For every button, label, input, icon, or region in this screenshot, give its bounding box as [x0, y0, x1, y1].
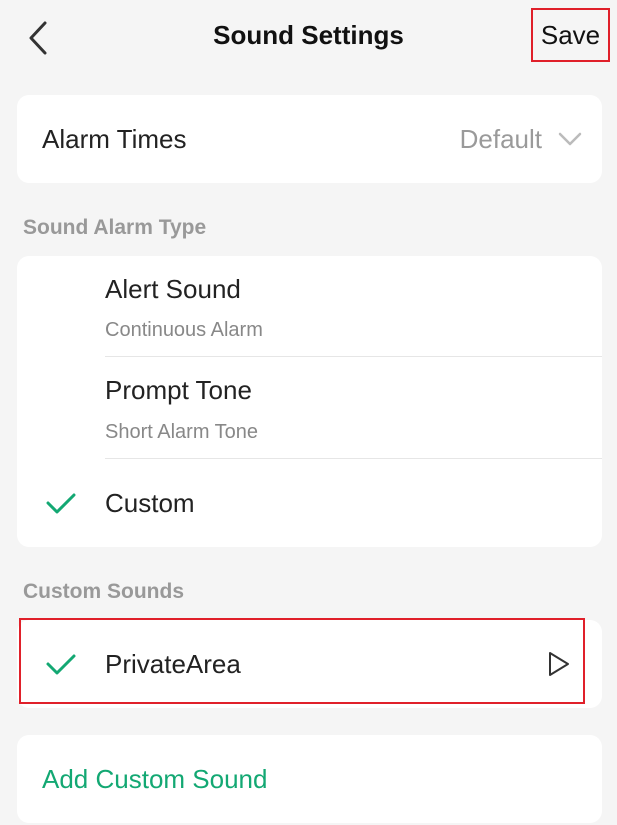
sound-alarm-type-list: Alert Sound Continuous Alarm Prompt Tone… [17, 256, 602, 547]
add-custom-sound-button[interactable]: Add Custom Sound [17, 735, 602, 823]
alarm-times-row[interactable]: Alarm Times Default [17, 95, 602, 183]
page-title: Sound Settings [213, 20, 404, 50]
custom-sound-item[interactable]: PrivateArea [17, 620, 602, 708]
alarm-times-label: Alarm Times [42, 124, 187, 154]
add-custom-sound-label: Add Custom Sound [42, 764, 268, 794]
option-title: Alert Sound [105, 274, 241, 304]
option-title: Prompt Tone [105, 375, 252, 405]
top-bar: Sound Settings Save [0, 0, 617, 72]
save-button[interactable]: Save [531, 8, 610, 62]
option-prompt-tone[interactable]: Prompt Tone Short Alarm Tone [17, 357, 602, 458]
custom-sound-name: PrivateArea [105, 649, 241, 679]
alarm-times-value: Default [459, 124, 542, 154]
option-subtitle: Short Alarm Tone [105, 421, 259, 443]
check-icon [46, 654, 76, 675]
option-subtitle: Continuous Alarm [105, 319, 263, 341]
play-icon[interactable] [547, 651, 571, 677]
custom-sounds-heading: Custom Sounds [23, 580, 184, 603]
option-custom[interactable]: Custom [17, 459, 602, 547]
check-icon [46, 493, 76, 514]
option-title: Custom [105, 488, 195, 518]
sound-alarm-type-heading: Sound Alarm Type [23, 216, 207, 239]
option-alert-sound[interactable]: Alert Sound Continuous Alarm [17, 256, 602, 356]
chevron-down-icon [558, 132, 582, 146]
